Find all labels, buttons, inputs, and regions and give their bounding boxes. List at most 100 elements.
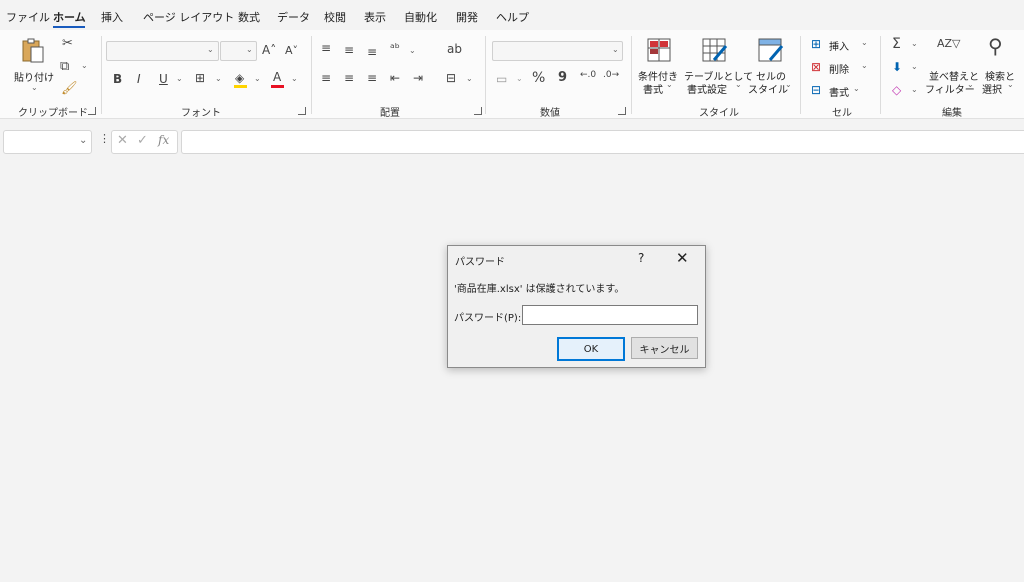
active-tab-indicator — [53, 26, 85, 28]
tab-developer[interactable]: 開発 — [456, 9, 478, 25]
cancel-entry-icon[interactable]: ✕ — [117, 134, 128, 147]
paste-label[interactable]: 貼り付け — [14, 69, 54, 84]
conditional-format-icon[interactable] — [647, 38, 671, 62]
comma-button[interactable]: 9 — [558, 71, 567, 84]
align-middle-icon[interactable]: ≡ — [344, 44, 354, 56]
fill-chevron-icon[interactable]: ⌄ — [911, 62, 918, 71]
orientation-icon[interactable]: ᵃᵇ — [390, 42, 400, 54]
format-table-chevron-icon[interactable]: ⌄ — [735, 80, 742, 89]
border-icon[interactable]: ⊞ — [195, 72, 205, 84]
align-center-icon[interactable]: ≡ — [344, 72, 354, 84]
number-group-label: 数値 — [540, 108, 560, 119]
confirm-entry-icon[interactable]: ✓ — [137, 134, 148, 147]
align-right-icon[interactable]: ≡ — [367, 72, 377, 84]
clear-icon[interactable]: ◇ — [892, 84, 901, 96]
tab-review[interactable]: 校閲 — [324, 9, 346, 25]
cells-group-label: セル — [832, 108, 852, 119]
format-cells-label[interactable]: 書式 — [829, 84, 849, 99]
format-painter-icon[interactable]: 🖌 — [61, 82, 78, 95]
font-color-chevron-icon[interactable]: ⌄ — [291, 74, 298, 83]
merge-chevron-icon[interactable]: ⌄ — [466, 74, 473, 83]
align-top-icon[interactable]: ≡ — [321, 42, 331, 54]
paste-chevron-icon[interactable]: ⌄ — [31, 83, 38, 92]
dialog-title: パスワード — [455, 257, 505, 268]
insert-cells-icon[interactable]: ⊞ — [811, 38, 821, 50]
italic-button[interactable]: I — [137, 73, 141, 85]
merge-center-icon[interactable]: ⊟ — [446, 72, 456, 84]
autosum-icon[interactable]: Σ — [892, 37, 901, 51]
increase-indent-icon[interactable]: ⇥ — [413, 72, 423, 84]
align-left-icon[interactable]: ≡ — [321, 72, 331, 84]
decrease-indent-icon[interactable]: ⇤ — [390, 72, 400, 84]
formula-input[interactable] — [181, 130, 1024, 154]
insert-cells-chevron-icon[interactable]: ⌄ — [861, 38, 868, 47]
more-options-icon[interactable]: ⋮ — [99, 133, 110, 144]
number-launcher-icon[interactable] — [618, 107, 626, 115]
decrease-font-icon[interactable]: A˅ — [285, 45, 298, 56]
bold-button[interactable]: B — [113, 73, 122, 85]
increase-font-icon[interactable]: A˄ — [262, 44, 276, 56]
clear-chevron-icon[interactable]: ⌄ — [911, 85, 918, 94]
ok-button[interactable]: OK — [557, 337, 625, 361]
password-input[interactable] — [522, 305, 698, 325]
paste-icon[interactable] — [20, 37, 46, 65]
fill-icon[interactable]: ⬇ — [892, 61, 902, 73]
currency-icon[interactable]: ▭ — [496, 73, 507, 85]
cancel-button[interactable]: キャンセル — [631, 337, 698, 359]
conditional-format-chevron-icon[interactable]: ⌄ — [666, 80, 673, 89]
cell-styles-chevron-icon[interactable]: ⌄ — [785, 80, 792, 89]
format-table-icon[interactable] — [702, 38, 728, 62]
copy-icon[interactable]: ⧉ — [60, 60, 69, 73]
wrap-text-icon[interactable]: ab — [447, 43, 462, 55]
help-button[interactable]: ? — [638, 251, 644, 265]
find-select-chevron-icon[interactable]: ⌄ — [1007, 80, 1014, 89]
decrease-decimal-icon[interactable]: .0→ — [603, 71, 619, 80]
find-select-label-2[interactable]: 選択 — [982, 81, 1002, 96]
autosum-chevron-icon[interactable]: ⌄ — [911, 39, 918, 48]
close-icon[interactable]: ✕ — [676, 249, 689, 267]
tab-automate[interactable]: 自動化 — [404, 9, 437, 25]
separator — [631, 36, 632, 114]
font-launcher-icon[interactable] — [298, 107, 306, 115]
border-chevron-icon[interactable]: ⌄ — [215, 74, 222, 83]
percent-button[interactable]: % — [532, 71, 545, 85]
insert-function-icon[interactable]: fx — [158, 134, 169, 146]
align-bottom-icon[interactable]: ≡ — [367, 46, 377, 58]
find-select-icon[interactable]: ⚲ — [988, 36, 1003, 56]
clipboard-launcher-icon[interactable] — [88, 107, 96, 115]
insert-cells-label[interactable]: 挿入 — [829, 38, 849, 53]
increase-decimal-icon[interactable]: ←.0 — [580, 71, 596, 80]
tab-file[interactable]: ファイル — [6, 9, 50, 25]
orientation-chevron-icon[interactable]: ⌄ — [409, 46, 416, 55]
underline-button[interactable]: U — [159, 73, 168, 85]
cut-icon[interactable]: ✂ — [62, 37, 73, 50]
copy-chevron-icon[interactable]: ⌄ — [81, 61, 88, 70]
alignment-launcher-icon[interactable] — [474, 107, 482, 115]
fill-chevron-icon[interactable]: ⌄ — [254, 74, 261, 83]
tab-page-layout[interactable]: ページ レイアウト — [143, 9, 234, 25]
format-cells-icon[interactable]: ⊟ — [811, 84, 821, 96]
tab-formulas[interactable]: 数式 — [238, 9, 260, 25]
format-table-label-2[interactable]: 書式設定 — [687, 81, 727, 96]
font-color-icon[interactable]: A — [273, 71, 281, 83]
font-name-dropdown[interactable] — [106, 41, 219, 61]
delete-cells-icon[interactable]: ⊠ — [811, 61, 821, 73]
sort-filter-chevron-icon[interactable]: ⌄ — [967, 80, 974, 89]
name-box-chevron-icon[interactable]: ⌄ — [79, 135, 87, 146]
format-cells-chevron-icon[interactable]: ⌄ — [853, 84, 860, 93]
sort-filter-icon[interactable]: AZ▽ — [937, 38, 961, 49]
tab-insert[interactable]: 挿入 — [101, 9, 123, 25]
cell-styles-icon[interactable] — [758, 38, 784, 62]
delete-cells-label[interactable]: 削除 — [829, 61, 849, 76]
number-format-dropdown[interactable] — [492, 41, 623, 61]
fill-color-icon[interactable]: ◈ — [235, 72, 244, 84]
conditional-format-label-2[interactable]: 書式 — [643, 81, 663, 96]
tab-home[interactable]: ホーム — [53, 9, 86, 25]
currency-chevron-icon[interactable]: ⌄ — [516, 74, 523, 83]
tab-data[interactable]: データ — [277, 9, 310, 25]
tab-view[interactable]: 表示 — [364, 9, 386, 25]
cell-styles-label-2[interactable]: スタイル — [748, 81, 788, 96]
tab-help[interactable]: ヘルプ — [496, 9, 529, 25]
underline-chevron-icon[interactable]: ⌄ — [176, 74, 183, 83]
delete-cells-chevron-icon[interactable]: ⌄ — [861, 61, 868, 70]
